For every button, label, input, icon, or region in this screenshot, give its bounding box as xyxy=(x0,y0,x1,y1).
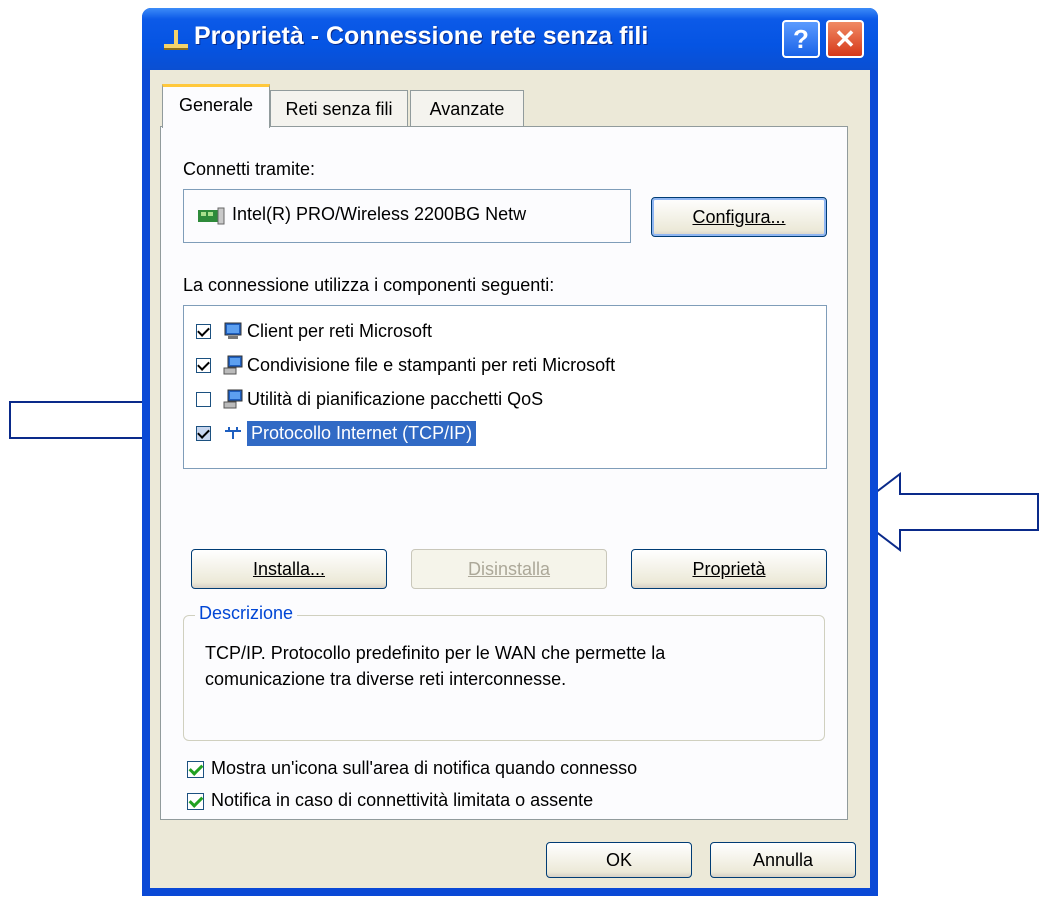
adapter-name: Intel(R) PRO/Wireless 2200BG Netw xyxy=(232,204,527,224)
tab-panel-generale: Connetti tramite: Intel(R) PRO/Wireless … xyxy=(160,126,848,820)
list-item-client-microsoft[interactable]: Client per reti Microsoft xyxy=(196,316,432,346)
component-checkbox[interactable] xyxy=(196,425,211,441)
install-button[interactable]: Installa... xyxy=(191,549,387,589)
properties-button-label: Proprietà xyxy=(692,558,766,579)
component-label: Protocollo Internet (TCP/IP) xyxy=(245,419,478,447)
component-checkbox[interactable] xyxy=(196,323,211,339)
configure-button-label: Configura... xyxy=(692,206,786,227)
description-title: Descrizione xyxy=(195,603,298,624)
description-line-2: comunicazione tra diverse reti interconn… xyxy=(205,669,567,689)
window-title: Proprietà - Connessione rete senza fili xyxy=(194,22,649,50)
tab-generale[interactable]: Generale xyxy=(162,84,270,128)
show-tray-icon-checkbox[interactable] xyxy=(187,761,204,778)
tab-label: Generale xyxy=(178,95,254,115)
uninstall-button[interactable]: Disinstalla xyxy=(411,549,607,589)
tab-avanzate[interactable]: Avanzate xyxy=(410,90,524,128)
close-button[interactable]: ✕ xyxy=(826,20,864,58)
ok-button[interactable]: OK xyxy=(546,842,692,878)
network-service-icon xyxy=(223,389,243,409)
network-protocol-icon xyxy=(225,427,241,439)
tab-reti-senza-fili[interactable]: Reti senza fili xyxy=(270,90,408,128)
notify-limited-label[interactable]: Notifica in caso di connettività limitat… xyxy=(211,790,593,811)
properties-button[interactable]: Proprietà xyxy=(631,549,827,589)
configure-button[interactable]: Configura... xyxy=(651,197,827,237)
component-checkbox[interactable] xyxy=(196,391,211,407)
cancel-button[interactable]: Annulla xyxy=(710,842,856,878)
cancel-button-label: Annulla xyxy=(752,849,814,870)
install-button-label: Installa... xyxy=(252,558,326,579)
connect-via-label: Connetti tramite: xyxy=(183,159,316,179)
network-connection-icon xyxy=(164,30,188,50)
components-label: La connessione utilizza i componenti seg… xyxy=(183,275,555,295)
help-icon: ? xyxy=(793,23,809,54)
title-bar[interactable]: Proprietà - Connessione rete senza fili … xyxy=(142,8,878,70)
component-checkbox[interactable] xyxy=(196,357,211,373)
network-client-icon xyxy=(224,322,242,339)
show-tray-icon-label[interactable]: Mostra un'icona sull'area di notifica qu… xyxy=(211,758,637,779)
network-service-icon xyxy=(223,355,243,375)
component-label: Client per reti Microsoft xyxy=(247,320,433,341)
properties-dialog: Proprietà - Connessione rete senza fili … xyxy=(142,8,878,896)
ok-button-label: OK xyxy=(605,849,632,870)
description-line-1: TCP/IP. Protocollo predefinito per le WA… xyxy=(205,643,666,663)
adapter-field: Intel(R) PRO/Wireless 2200BG Netw xyxy=(183,189,631,243)
dialog-client-area: Generale Reti senza fili Avanzate Connet… xyxy=(150,70,870,888)
component-label: Utilità di pianificazione pacchetti QoS xyxy=(247,388,544,409)
tab-label: Avanzate xyxy=(429,99,505,119)
network-adapter-icon xyxy=(198,207,225,225)
components-list[interactable]: Client per reti Microsoft Condivisione f… xyxy=(183,305,827,469)
tab-label: Reti senza fili xyxy=(285,99,393,119)
notify-limited-checkbox[interactable] xyxy=(187,793,204,810)
close-icon: ✕ xyxy=(834,23,856,54)
component-label: Condivisione file e stampanti per reti M… xyxy=(247,354,616,375)
list-item-qos-scheduler[interactable]: Utilità di pianificazione pacchetti QoS xyxy=(196,384,543,414)
list-item-file-print-sharing[interactable]: Condivisione file e stampanti per reti M… xyxy=(196,350,615,380)
list-item-tcp-ip[interactable]: Protocollo Internet (TCP/IP) xyxy=(196,418,478,448)
uninstall-button-label: Disinstalla xyxy=(467,558,551,579)
help-button[interactable]: ? xyxy=(782,20,820,58)
